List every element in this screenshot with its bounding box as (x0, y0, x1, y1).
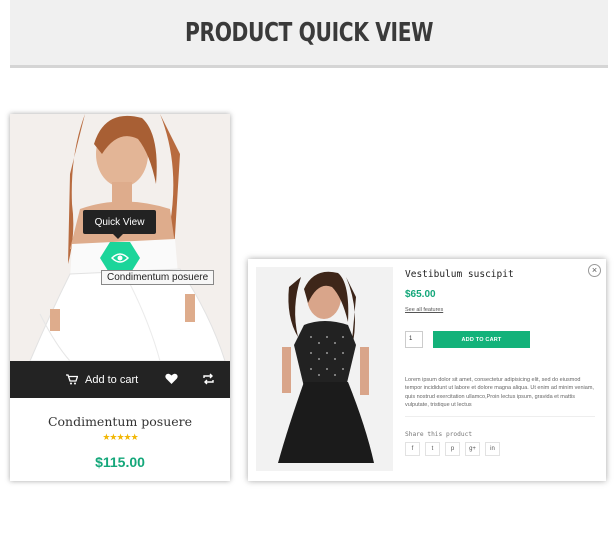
compare-button[interactable] (202, 372, 215, 390)
social-share-buttons: f t p g+ in (405, 442, 500, 456)
product-name[interactable]: Condimentum posuere (10, 414, 230, 429)
close-button[interactable]: × (588, 264, 601, 277)
banner-title: PRODUCT QUICK VIEW (184, 17, 434, 48)
product-price: $115.00 (95, 454, 145, 470)
linkedin-icon[interactable]: in (485, 442, 500, 456)
google-plus-icon[interactable]: g+ (465, 442, 480, 456)
page-banner: PRODUCT QUICK VIEW (10, 0, 608, 68)
quickview-price: $65.00 (405, 289, 436, 300)
product-image[interactable]: Quick View Condimentum posuere (10, 114, 230, 361)
product-card[interactable]: Quick View Condimentum posuere Add to ca… (10, 114, 230, 481)
eye-icon (111, 253, 129, 263)
quickview-description: Lorem ipsum dolor sit amet, consectetur … (405, 376, 595, 417)
quickview-add-to-cart-button[interactable]: ADD TO CART (433, 331, 530, 348)
image-title-tooltip: Condimentum posuere (101, 270, 215, 285)
cart-icon (66, 374, 78, 385)
pinterest-icon[interactable]: p (445, 442, 460, 456)
heart-icon (165, 373, 178, 384)
quickview-title: Vestibulum suscipit (405, 269, 514, 280)
compare-icon (203, 373, 214, 385)
facebook-icon[interactable]: f (405, 442, 420, 456)
share-label: Share this product (405, 431, 473, 438)
model-black-dress-photo (256, 267, 393, 471)
add-to-cart-button[interactable]: Add to cart (66, 374, 138, 386)
quick-view-tooltip: Quick View (83, 210, 156, 239)
rating-stars: ★★★★★ (102, 432, 138, 442)
quantity-input[interactable]: 1 (405, 331, 423, 348)
product-action-bar: Add to cart (10, 361, 230, 398)
add-to-cart-label: Add to cart (85, 373, 139, 386)
quickview-product-image (256, 267, 393, 471)
quick-view-modal: × Vestibulum suscipit $65.00 See all fea… (248, 259, 606, 481)
twitter-icon[interactable]: t (425, 442, 440, 456)
wishlist-button[interactable] (165, 372, 178, 390)
see-all-features-link[interactable]: See all features (405, 307, 443, 313)
